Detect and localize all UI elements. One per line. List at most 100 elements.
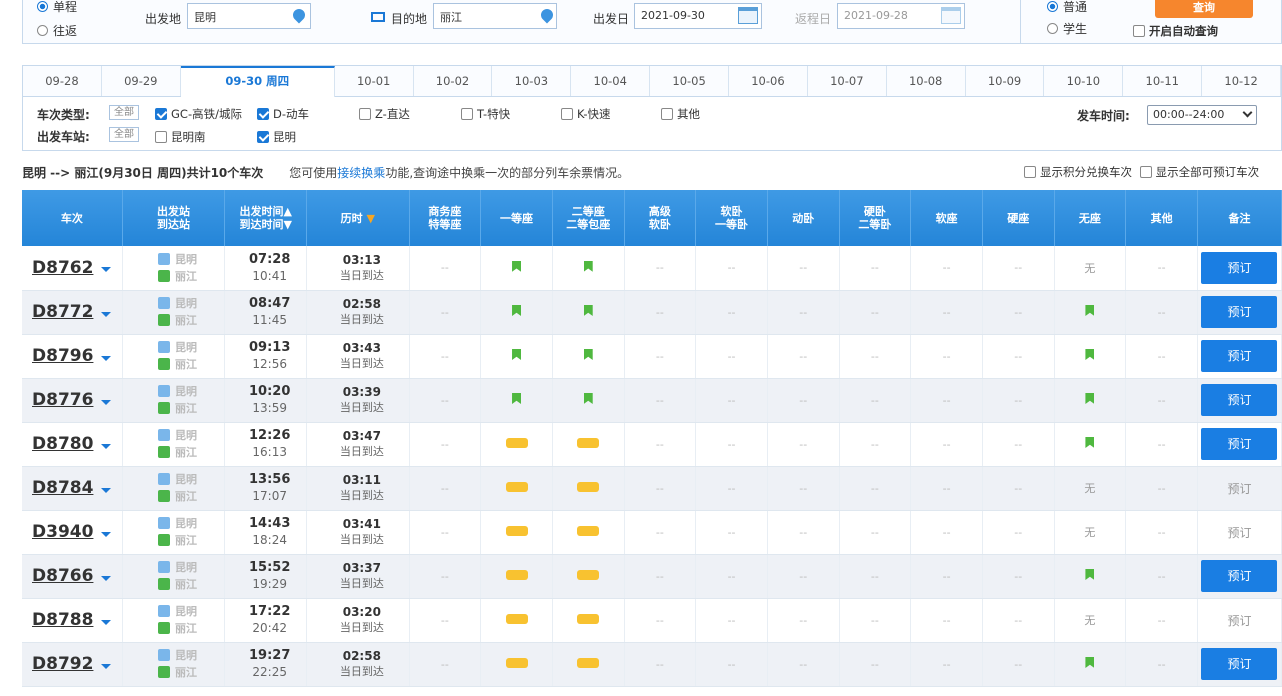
round-trip-option[interactable]: 往返 [37,22,77,39]
to-station[interactable]: 丽江 [131,664,224,681]
passenger-student-option[interactable]: 学生 [1047,20,1087,37]
seat-cell-second [552,334,625,379]
calendar-icon[interactable] [738,7,758,24]
type-filter-d[interactable]: D-动车 [257,106,309,122]
calendar-icon[interactable] [941,7,961,24]
all-bookable-filter[interactable]: 显示全部可预订车次 [1139,165,1259,179]
book-button[interactable]: 预订 [1201,251,1278,284]
type-label: GC-高铁/城际 [171,107,242,121]
seat-na: -- [1157,261,1166,275]
expand-arrow-icon[interactable] [101,399,112,405]
date-tab[interactable]: 09-29 [102,66,181,96]
to-station[interactable]: 丽江 [131,532,224,549]
train-number-link[interactable]: D8792 [32,654,93,674]
train-number-link[interactable]: D8776 [32,390,93,410]
table-row: D8780 昆明 丽江 12:26 16:13 03:47 当日到达 -- -- -- -- -- --… [22,422,1282,467]
from-station[interactable]: 昆明 [131,251,224,268]
to-station[interactable]: 丽江 [131,576,224,593]
col-duration[interactable]: 历时 ▼ [306,190,410,246]
to-station[interactable]: 丽江 [131,444,224,461]
seat-cell: -- [839,554,912,599]
book-button[interactable]: 预订 [1201,428,1278,460]
expand-arrow-icon[interactable] [101,663,112,669]
from-station[interactable]: 昆明 [131,383,224,400]
expand-arrow-icon[interactable] [101,575,112,581]
one-way-option[interactable]: 单程 [37,0,77,15]
book-button[interactable]: 预订 [1201,648,1278,680]
date-tab[interactable]: 09-28 [23,66,102,96]
train-number-link[interactable]: D8780 [32,434,93,454]
train-number-link[interactable]: D8788 [32,610,93,630]
from-station[interactable]: 昆明 [131,427,224,444]
passenger-normal-option[interactable]: 普通 [1047,0,1087,15]
type-filter-t[interactable]: T-特快 [461,106,510,122]
station-all-button[interactable]: 全部 [109,127,139,142]
expand-arrow-icon[interactable] [101,443,112,449]
date-tab[interactable]: 09-30 周四 [180,66,335,98]
type-filter-k[interactable]: K-快速 [561,106,610,122]
date-tab[interactable]: 10-03 [492,66,572,96]
date-tab[interactable]: 10-01 [335,66,414,96]
book-button[interactable]: 预订 [1201,340,1278,372]
expand-arrow-icon[interactable] [101,531,112,537]
type-filter-gc[interactable]: GC-高铁/城际 [155,106,242,122]
book-button[interactable]: 预订 [1201,560,1278,592]
to-station[interactable]: 丽江 [131,620,224,637]
station-filter-kunming-south[interactable]: 昆明南 [155,129,206,145]
passenger-student-label: 学生 [1063,22,1088,36]
type-filter-z[interactable]: Z-直达 [359,106,410,122]
date-tab[interactable]: 10-04 [571,66,651,96]
book-button[interactable]: 预订 [1201,384,1278,416]
date-tab[interactable]: 10-09 [966,66,1045,96]
col-business: 商务座 特等座 [409,190,482,246]
date-tab[interactable]: 10-08 [887,66,966,96]
from-station[interactable]: 昆明 [131,559,224,576]
col-time[interactable]: 出发时间▲ 到达时间▼ [224,190,308,246]
from-station[interactable]: 昆明 [131,603,224,620]
to-field[interactable]: 丽江 [433,3,557,29]
to-station[interactable]: 丽江 [131,488,224,505]
seat-cell-noseat [1054,422,1127,467]
date-tab[interactable]: 10-12 [1202,66,1282,96]
col-station[interactable]: 出发站 到达站 [122,190,226,246]
expand-arrow-icon[interactable] [101,355,112,361]
train-number-link[interactable]: D8796 [32,346,93,366]
from-station[interactable]: 昆明 [131,515,224,532]
expand-arrow-icon[interactable] [101,267,112,273]
date-tab[interactable]: 10-10 [1044,66,1124,96]
to-station[interactable]: 丽江 [131,268,224,285]
date-tab[interactable]: 10-02 [414,66,493,96]
type-filter-other[interactable]: 其他 [661,106,700,122]
book-button[interactable]: 预订 [1201,296,1278,328]
expand-arrow-icon[interactable] [101,487,112,493]
to-station[interactable]: 丽江 [131,400,224,417]
station-filter-kunming[interactable]: 昆明 [257,129,296,145]
seat-cell: -- [1125,554,1198,599]
date-tab[interactable]: 10-11 [1123,66,1203,96]
seat-na: -- [870,569,879,583]
from-station[interactable]: 昆明 [131,647,224,664]
train-number-link[interactable]: D8762 [32,258,93,278]
train-table: 车次 出发站 到达站 出发时间▲ 到达时间▼ 历时 ▼ 商务座 特等座 一等座 二等座… [22,190,1282,687]
from-station[interactable]: 昆明 [131,295,224,312]
type-all-button[interactable]: 全部 [109,105,139,120]
train-number-link[interactable]: D8772 [32,302,93,322]
depart-time-select[interactable]: 00:00--24:00 [1147,105,1257,125]
from-station[interactable]: 昆明 [131,339,224,356]
swap-icon[interactable] [371,12,385,22]
to-station[interactable]: 丽江 [131,312,224,329]
date-tab[interactable]: 10-05 [650,66,730,96]
train-number-link[interactable]: D3940 [32,522,93,542]
expand-arrow-icon[interactable] [101,619,112,625]
query-button[interactable]: 查询 [1155,0,1253,18]
to-station[interactable]: 丽江 [131,356,224,373]
from-station[interactable]: 昆明 [131,471,224,488]
transfer-link[interactable]: 接续换乘 [337,166,385,180]
date-tab[interactable]: 10-07 [808,66,887,96]
train-number-link[interactable]: D8784 [32,478,93,498]
auto-query-option[interactable]: 开启自动查询 [1133,23,1218,39]
date-tab[interactable]: 10-06 [729,66,808,96]
train-number-link[interactable]: D8766 [32,566,93,586]
expand-arrow-icon[interactable] [101,311,112,317]
points-filter[interactable]: 显示积分兑换车次 [1024,165,1132,179]
